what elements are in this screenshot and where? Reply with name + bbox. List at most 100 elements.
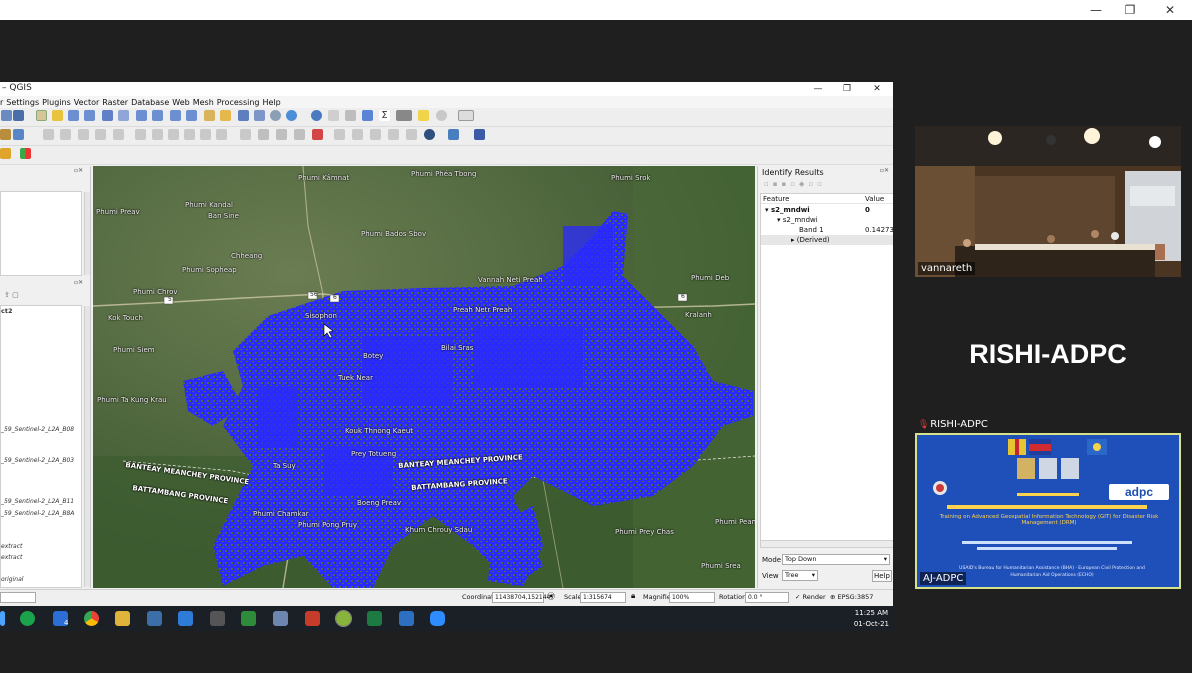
video-tile-rishi[interactable]: RISHI-ADPC 🎙︎ RISHI-ADPC	[915, 283, 1181, 432]
toolbar-icon[interactable]	[13, 110, 24, 121]
menu-mesh[interactable]: Mesh	[193, 98, 214, 107]
menu-help[interactable]: Help	[262, 98, 280, 107]
lock-scale-icon[interactable]: 🔒︎	[631, 591, 635, 601]
edit-pencil-icon[interactable]	[43, 129, 54, 140]
value-column-header[interactable]: Value	[865, 194, 884, 204]
feature-column-header[interactable]: Feature	[763, 194, 789, 204]
statistics-sigma-icon[interactable]: Σ	[379, 110, 390, 121]
vscode-icon[interactable]	[178, 611, 193, 626]
chrome-icon[interactable]	[84, 611, 99, 626]
toggle-editing-icon[interactable]	[60, 129, 71, 140]
add-feature-icon[interactable]	[95, 129, 106, 140]
vertex-tool-icon[interactable]	[113, 129, 124, 140]
layer-item[interactable]: ct2	[1, 307, 12, 315]
panel-float-close-icon[interactable]: ▫✕	[880, 167, 889, 174]
show-bookmarks-icon[interactable]	[254, 110, 265, 121]
coordinate-field[interactable]: 11438704,1521447	[492, 592, 554, 603]
identify-row[interactable]: ▾ s2_mndwi 0	[761, 205, 893, 215]
identify-row[interactable]: ▸ (Derived)	[761, 235, 893, 245]
zoom-icon[interactable]	[430, 611, 445, 626]
video-tile-aj-adpc[interactable]: adpc Training on Advanced Geospatial Inf…	[915, 433, 1181, 589]
undo-icon[interactable]	[200, 129, 211, 140]
label-pin-icon[interactable]	[258, 129, 269, 140]
menu-settings[interactable]: Settings	[6, 98, 39, 107]
label-tool-icon[interactable]	[240, 129, 251, 140]
layer-item[interactable]: extract	[1, 554, 22, 561]
new-3d-view-icon[interactable]	[220, 110, 231, 121]
taskbar-app-icon[interactable]	[241, 611, 256, 626]
refresh-icon[interactable]	[286, 110, 297, 121]
layer-tools-icon[interactable]: ⇪ ▢	[4, 291, 19, 299]
digitize-tool-icon[interactable]	[370, 129, 381, 140]
zoom-layer-icon[interactable]	[136, 110, 147, 121]
text-annotation-icon[interactable]	[458, 110, 474, 121]
digitize-tool-icon[interactable]	[352, 129, 363, 140]
close-button[interactable]: ✕	[1150, 0, 1190, 20]
help-icon[interactable]	[474, 129, 485, 140]
menu-plugins[interactable]: Plugins	[42, 98, 71, 107]
digitize-tool-icon[interactable]	[334, 129, 345, 140]
attribute-table-icon[interactable]	[328, 110, 339, 121]
label-move-icon[interactable]	[294, 129, 305, 140]
zoom-native-icon[interactable]	[152, 110, 163, 121]
field-calculator-icon[interactable]	[345, 110, 356, 121]
browser-panel-list[interactable]	[0, 191, 90, 276]
processing-gear-icon[interactable]	[362, 110, 373, 121]
taskbar-app-icon[interactable]	[20, 611, 35, 626]
taskbar-clock[interactable]: 11:25 AM 01-Oct-21	[854, 608, 889, 630]
measure-icon[interactable]	[396, 110, 412, 121]
python-console-icon[interactable]	[448, 129, 459, 140]
render-checkbox[interactable]: ✓ Render	[795, 593, 826, 601]
taskbar-app-icon[interactable]	[147, 611, 162, 626]
identify-toolbar-icons[interactable]: ▫▪▪▫◆▫▫	[764, 180, 826, 188]
paste-icon[interactable]	[184, 129, 195, 140]
layer-item[interactable]: original	[1, 576, 23, 583]
rotation-field[interactable]: 0.0 °	[745, 592, 789, 603]
qgis-minimize-button[interactable]: —	[807, 82, 829, 96]
calculator-icon[interactable]	[273, 611, 288, 626]
map-canvas[interactable]: 5 56 6 6 Phumi Kâmnat Phumi Phéa Tbong P…	[93, 166, 755, 588]
pan-to-selection-icon[interactable]	[52, 110, 63, 121]
mode-select[interactable]: Top Down ▾	[782, 554, 890, 565]
toolbar-icon[interactable]	[13, 129, 24, 140]
powerpoint-icon[interactable]	[305, 611, 320, 626]
temporal-controller-icon[interactable]	[270, 110, 281, 121]
qgis-icon[interactable]	[335, 610, 352, 627]
view-select[interactable]: Tree ▾	[782, 570, 818, 581]
layer-item[interactable]: _59_Sentinel-2_L2A_B08	[1, 426, 74, 433]
photos-icon[interactable]	[399, 611, 414, 626]
locator-search-input[interactable]	[0, 592, 36, 603]
identify-icon[interactable]	[311, 110, 322, 121]
identify-row[interactable]: ▾ s2_mndwi	[761, 215, 893, 225]
zoom-full-icon[interactable]	[102, 110, 113, 121]
layer-item[interactable]: _59_Sentinel-2_L2A_B8A	[1, 510, 74, 517]
qgis-close-button[interactable]: ✕	[866, 82, 888, 96]
browser-scrollbar[interactable]	[84, 192, 90, 275]
digitize-tool-icon[interactable]	[388, 129, 399, 140]
layers-scrollbar[interactable]	[84, 306, 90, 587]
label-show-icon[interactable]	[276, 129, 287, 140]
zoom-out-icon[interactable]	[84, 110, 95, 121]
identify-row[interactable]: Band 1 0.142735	[761, 225, 893, 235]
menu-processing[interactable]: Processing	[217, 98, 260, 107]
redo-icon[interactable]	[216, 129, 227, 140]
digitize-tool-icon[interactable]	[406, 129, 417, 140]
delete-icon[interactable]	[135, 129, 146, 140]
restore-button[interactable]: ❐	[1110, 0, 1150, 20]
toggle-extents-icon[interactable]: ⦿	[547, 591, 555, 602]
bookmark-icon[interactable]	[238, 110, 249, 121]
pan-hand-icon[interactable]	[36, 110, 47, 121]
plugin-globe-icon[interactable]	[424, 129, 435, 140]
panel-float-close-icon[interactable]: ▫✕	[74, 279, 83, 286]
qgis-restore-button[interactable]: ❐	[836, 82, 858, 96]
cut-icon[interactable]	[152, 129, 163, 140]
panel-float-close-icon[interactable]: ▫✕	[74, 167, 83, 174]
new-map-view-icon[interactable]	[204, 110, 215, 121]
plugin-icon[interactable]	[0, 148, 11, 159]
help-button[interactable]: Help	[872, 570, 892, 582]
identify-hscrollbar[interactable]	[761, 540, 893, 547]
settings-icon[interactable]	[436, 110, 447, 121]
toolbar-icon[interactable]	[1, 110, 12, 121]
menu-raster[interactable]: Raster	[102, 98, 128, 107]
scale-field[interactable]: 1:315674	[580, 592, 626, 603]
